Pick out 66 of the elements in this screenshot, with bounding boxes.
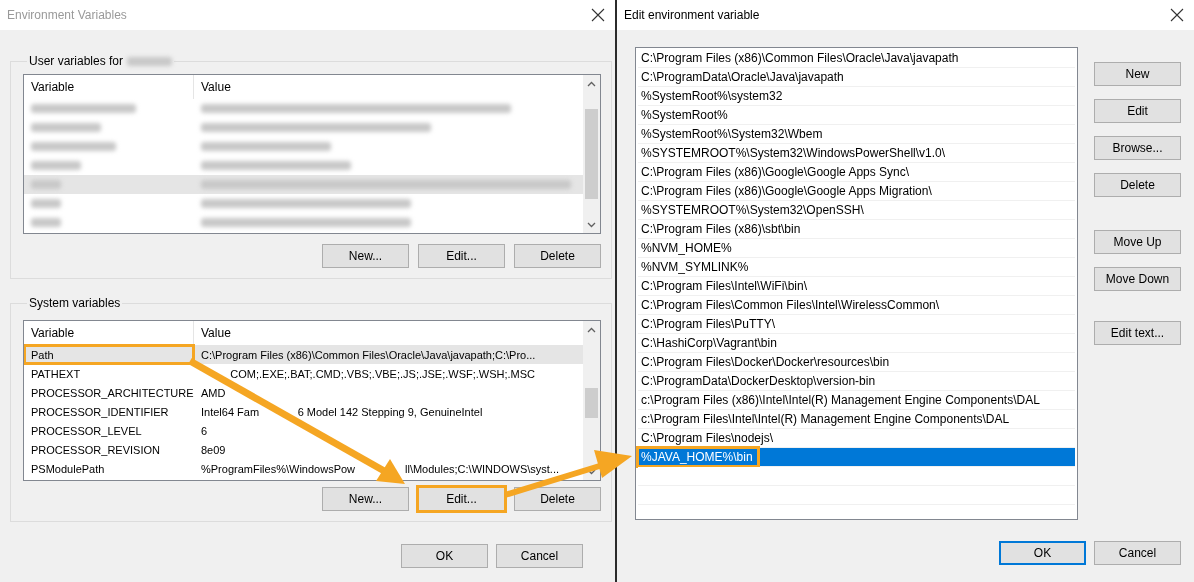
close-button[interactable] (1168, 6, 1186, 24)
variable-row[interactable]: PROCESSOR_LEVEL 6 (24, 421, 583, 440)
side-button[interactable]: New (1094, 62, 1181, 86)
dialog-button[interactable]: New... (322, 244, 409, 268)
dialog-button[interactable]: Edit... (418, 487, 505, 511)
blurred-text (31, 123, 101, 132)
dialog-button[interactable]: OK (999, 541, 1086, 565)
blurred-username (127, 56, 173, 66)
dialog-button[interactable]: Delete (514, 487, 601, 511)
scroll-up-icon[interactable] (587, 80, 596, 87)
side-button[interactable]: Move Down (1094, 267, 1181, 291)
side-button[interactable]: Browse... (1094, 136, 1181, 160)
scrollbar[interactable] (583, 75, 600, 233)
variable-name: PROCESSOR_LEVEL (30, 423, 143, 439)
dialog-button[interactable]: Cancel (1094, 541, 1181, 565)
variable-row[interactable]: PROCESSOR_ARCHITECTURE AMD (24, 383, 583, 402)
scroll-thumb[interactable] (585, 109, 598, 199)
variable-row[interactable]: PSModulePath %ProgramFiles%\WindowsPow ll\Modules;C:\WINDOWS\syst... (24, 459, 583, 478)
variable-value: AMD (201, 385, 226, 401)
column-header[interactable]: Variable (24, 75, 194, 99)
variable-row[interactable]: PROCESSOR_REVISION 8e09 (24, 440, 583, 459)
dialog-button[interactable]: Cancel (496, 544, 583, 568)
path-entry[interactable]: %JAVA_HOME%\bin (638, 448, 1075, 467)
scroll-down-icon[interactable] (587, 221, 596, 228)
column-header[interactable]: Value (194, 321, 583, 345)
blurred-text (31, 218, 61, 227)
side-button[interactable]: Edit text... (1094, 321, 1181, 345)
variable-value: COM;.EXE;.BAT;.CMD;.VBS;.VBE;.JS;.JSE;.WSF;.WSH;.MSC (230, 366, 536, 382)
side-button[interactable]: Delete (1094, 173, 1181, 197)
window-title: Environment Variables (7, 8, 127, 22)
blurred-text (31, 199, 61, 208)
variable-value: C:\Program Files (x86)\Common Files\Oracle\Java\javapath;C:\Pro... (200, 347, 537, 363)
column-header[interactable]: Variable (24, 321, 194, 345)
variable-value: %ProgramFiles%\WindowsPow (201, 461, 356, 477)
side-button[interactable]: Edit (1094, 99, 1181, 123)
group-label: System variables (29, 296, 121, 310)
variable-name: PROCESSOR_IDENTIFIER (30, 404, 170, 420)
blurred-text (31, 180, 61, 189)
scroll-down-icon[interactable] (587, 468, 596, 475)
variable-name: Path (24, 345, 194, 364)
dialog-button[interactable]: OK (401, 544, 488, 568)
dialog-button[interactable]: Edit... (418, 244, 505, 268)
variable-row[interactable] (24, 175, 583, 194)
variable-name: PSModulePath (30, 461, 106, 477)
dialog-button[interactable]: New... (322, 487, 409, 511)
variable-value: 6 (200, 423, 209, 439)
variable-value: ll\Modules;C:\WINDOWS\syst... (405, 461, 560, 477)
close-button[interactable] (589, 6, 607, 24)
window-title: Edit environment variable (624, 8, 760, 22)
scrollbar[interactable] (583, 321, 600, 480)
variable-name: PROCESSOR_ARCHITECTURE (30, 385, 194, 401)
blurred-text (31, 161, 81, 170)
variable-name: PROCESSOR_REVISION (30, 442, 161, 458)
variable-row[interactable]: PATHEXT COM;.EXE;.BAT;.CMD;.VBS;.VBE;.JS;.JSE;.WSF;.WSH;.MSC (24, 364, 583, 383)
variable-value: 6 Model 142 Stepping 9, GenuineIntel (297, 404, 483, 420)
variable-value: Intel64 Fam (201, 404, 260, 420)
variable-row[interactable]: Path C:\Program Files (x86)\Common Files\Oracle\Java\javapath;C:\Pro... (24, 345, 583, 364)
variable-name: PATHEXT (30, 366, 82, 382)
variable-row[interactable]: PROCESSOR_IDENTIFIER Intel64 Fam 6 Model 142 Stepping 9, GenuineIntel (24, 402, 583, 421)
dialog-button[interactable]: Delete (514, 244, 601, 268)
variable-value: 8e09 (200, 442, 227, 458)
group-label: User variables for (29, 54, 124, 68)
scroll-up-icon[interactable] (587, 326, 596, 333)
side-button[interactable]: Move Up (1094, 230, 1181, 254)
scroll-thumb[interactable] (585, 388, 598, 418)
column-header[interactable]: Value (194, 75, 583, 99)
